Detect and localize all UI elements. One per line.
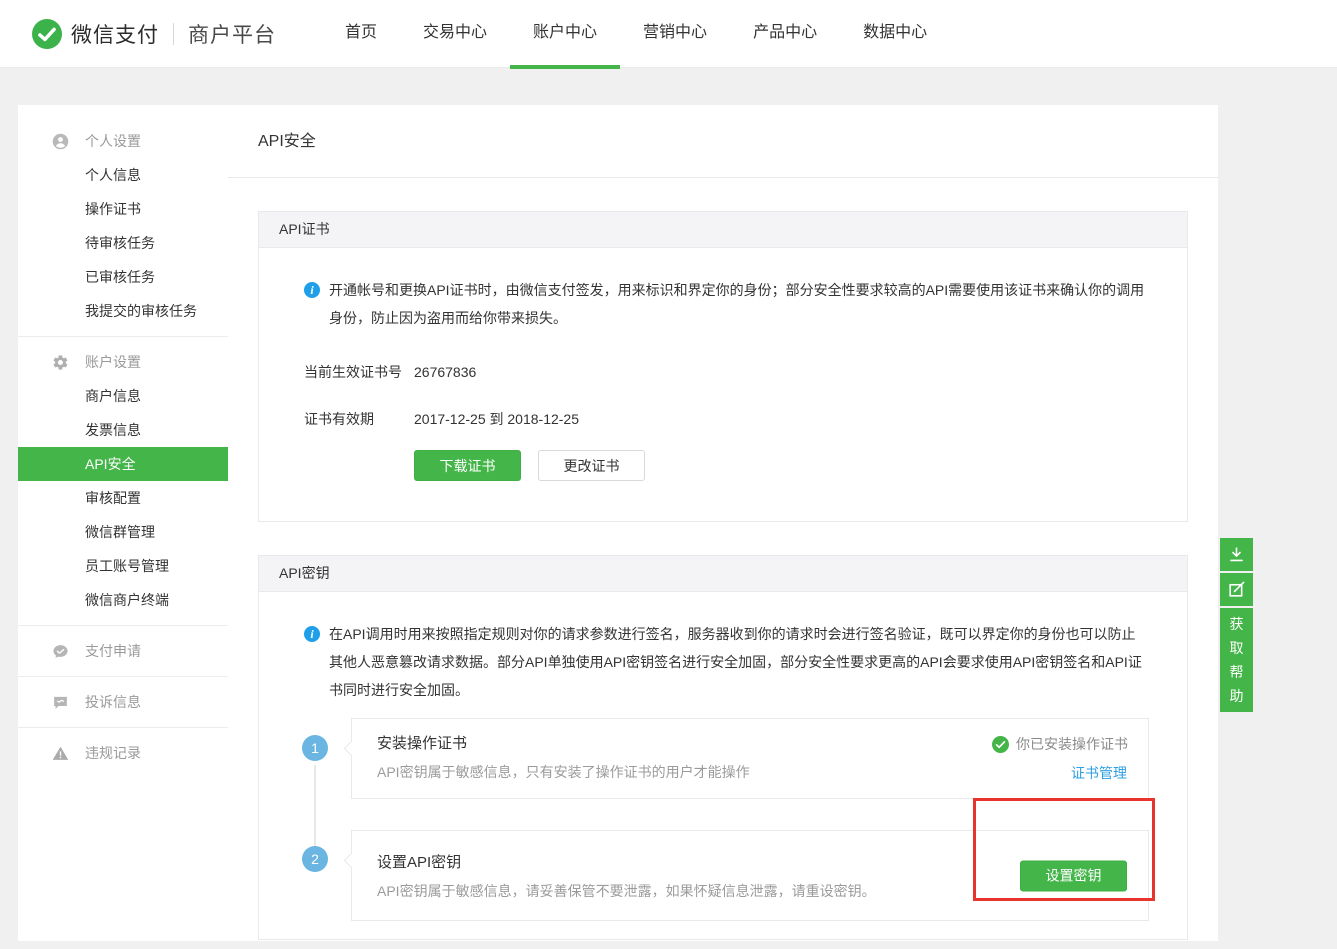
sidebar-item-my-submitted-review[interactable]: 我提交的审核任务	[18, 294, 228, 328]
sidebar-item-review-config[interactable]: 审核配置	[18, 481, 228, 515]
brand-name: 微信支付	[71, 19, 159, 49]
nav-account-center[interactable]: 账户中心	[510, 0, 620, 68]
sidebar-item-personal-info[interactable]: 个人信息	[18, 158, 228, 192]
info-icon	[304, 626, 320, 642]
sidebar-item-invoice-info[interactable]: 发票信息	[18, 413, 228, 447]
top-bar: 微信支付 商户平台 首页 交易中心 账户中心 营销中心 产品中心 数据中心	[0, 0, 1337, 68]
cert-validity-value: 2017-12-25 到 2018-12-25	[414, 405, 579, 433]
wechat-pay-logo-icon	[32, 19, 62, 49]
nav-home[interactable]: 首页	[322, 0, 400, 68]
sidebar-group-head-violation[interactable]: 违规记录	[18, 736, 228, 770]
cert-number-row: 当前生效证书号 26767836	[304, 358, 1147, 386]
step-install-cert-card: 安装操作证书 API密钥属于敏感信息，只有安装了操作证书的用户才能操作 你已安装…	[351, 718, 1149, 799]
get-help-button[interactable]: 获取帮助	[1220, 608, 1253, 712]
step-2-badge: 2	[302, 846, 328, 872]
brand-platform: 商户平台	[188, 19, 276, 49]
download-shortcut-button[interactable]	[1220, 538, 1253, 571]
nav-product-center[interactable]: 产品中心	[730, 0, 840, 68]
api-certificate-card-body: 开通帐号和更换API证书时，由微信支付签发，用来标识和界定你的身份；部分安全性要…	[259, 248, 1187, 521]
sidebar-item-wechat-merchant-terminal[interactable]: 微信商户终端	[18, 583, 228, 617]
step-1-status-text: 你已安装操作证书	[1016, 734, 1128, 754]
edit-icon	[1227, 580, 1246, 599]
nav-marketing-center[interactable]: 营销中心	[620, 0, 730, 68]
sidebar-group-head-complaint[interactable]: 投诉信息	[18, 685, 228, 719]
sidebar-group-title: 个人设置	[85, 131, 141, 151]
sidebar-item-pending-review[interactable]: 待审核任务	[18, 226, 228, 260]
warning-icon	[52, 745, 69, 762]
step-1-badge: 1	[302, 735, 328, 761]
cert-info-text: 开通帐号和更换API证书时，由微信支付签发，用来标识和界定你的身份；部分安全性要…	[329, 276, 1147, 332]
annotation-highlight-rectangle	[973, 798, 1155, 901]
sidebar-item-merchant-info[interactable]: 商户信息	[18, 379, 228, 413]
brand-divider	[173, 23, 174, 45]
change-cert-button[interactable]: 更改证书	[538, 450, 645, 481]
help-widget: 获取帮助	[1220, 538, 1253, 714]
sidebar: 个人设置 个人信息 操作证书 待审核任务 已审核任务 我提交的审核任务 账户设置…	[18, 105, 228, 941]
feedback-shortcut-button[interactable]	[1220, 573, 1253, 606]
user-icon	[52, 133, 69, 150]
wechat-bubble-icon	[52, 643, 69, 660]
sidebar-item-api-security[interactable]: API安全	[18, 447, 228, 481]
wechat-pay-merchant-platform: 微信支付 商户平台 首页 交易中心 账户中心 营销中心 产品中心 数据中心 个人…	[0, 0, 1337, 949]
apikey-info-row: 在API调用时用来按照指定规则对你的请求参数进行签名，服务器收到你的请求时会进行…	[304, 620, 1147, 704]
cert-buttons-row: 下载证书 更改证书	[414, 450, 1147, 503]
sidebar-group-title: 账户设置	[85, 352, 141, 372]
cert-number-value: 26767836	[414, 358, 476, 386]
sidebar-group-title: 支付申请	[85, 641, 141, 661]
sidebar-group-account-settings: 账户设置 商户信息 发票信息 API安全 审核配置 微信群管理 员工账号管理 微…	[18, 337, 228, 626]
cert-number-label: 当前生效证书号	[304, 358, 414, 386]
step-1-status: 你已安装操作证书	[992, 734, 1128, 754]
sidebar-item-wechat-group-mgmt[interactable]: 微信群管理	[18, 515, 228, 549]
step-connector-line	[314, 765, 316, 846]
sidebar-group-violation-records: 违规记录	[18, 728, 228, 778]
get-help-label: 获取帮助	[1229, 612, 1244, 708]
sidebar-item-reviewed[interactable]: 已审核任务	[18, 260, 228, 294]
sidebar-group-title: 投诉信息	[85, 692, 141, 712]
chat-bubble-icon	[52, 694, 69, 711]
cert-info-row: 开通帐号和更换API证书时，由微信支付签发，用来标识和界定你的身份；部分安全性要…	[304, 276, 1147, 332]
page-title: API安全	[228, 105, 1218, 178]
info-icon	[304, 282, 320, 298]
download-icon	[1227, 545, 1246, 564]
sidebar-group-head-account[interactable]: 账户设置	[18, 345, 228, 379]
nav-data-center[interactable]: 数据中心	[840, 0, 950, 68]
apikey-info-text: 在API调用时用来按照指定规则对你的请求参数进行签名，服务器收到你的请求时会进行…	[329, 620, 1147, 704]
cert-management-link[interactable]: 证书管理	[1071, 763, 1127, 783]
sidebar-item-staff-account-mgmt[interactable]: 员工账号管理	[18, 549, 228, 583]
sidebar-group-title: 违规记录	[85, 743, 141, 763]
api-certificate-card-title: API证书	[259, 212, 1187, 248]
sidebar-group-payment-application: 支付申请	[18, 626, 228, 677]
brand[interactable]: 微信支付 商户平台	[32, 0, 276, 68]
cert-validity-label: 证书有效期	[304, 405, 414, 433]
nav-transaction-center[interactable]: 交易中心	[400, 0, 510, 68]
sidebar-group-complaint-info: 投诉信息	[18, 677, 228, 728]
sidebar-group-head-personal[interactable]: 个人设置	[18, 124, 228, 158]
main-nav: 首页 交易中心 账户中心 营销中心 产品中心 数据中心	[322, 0, 950, 68]
sidebar-group-head-payment[interactable]: 支付申请	[18, 634, 228, 668]
download-cert-button[interactable]: 下载证书	[414, 450, 521, 481]
sidebar-item-operation-cert[interactable]: 操作证书	[18, 192, 228, 226]
sidebar-group-personal-settings: 个人设置 个人信息 操作证书 待审核任务 已审核任务 我提交的审核任务	[18, 124, 228, 337]
check-circle-icon	[992, 736, 1009, 753]
cert-validity-row: 证书有效期 2017-12-25 到 2018-12-25	[304, 405, 1147, 433]
step-1-desc: API密钥属于敏感信息，只有安装了操作证书的用户才能操作	[377, 762, 1128, 782]
gear-icon	[52, 354, 69, 371]
api-certificate-card: API证书 开通帐号和更换API证书时，由微信支付签发，用来标识和界定你的身份；…	[258, 211, 1188, 522]
api-key-card-title: API密钥	[259, 556, 1187, 592]
